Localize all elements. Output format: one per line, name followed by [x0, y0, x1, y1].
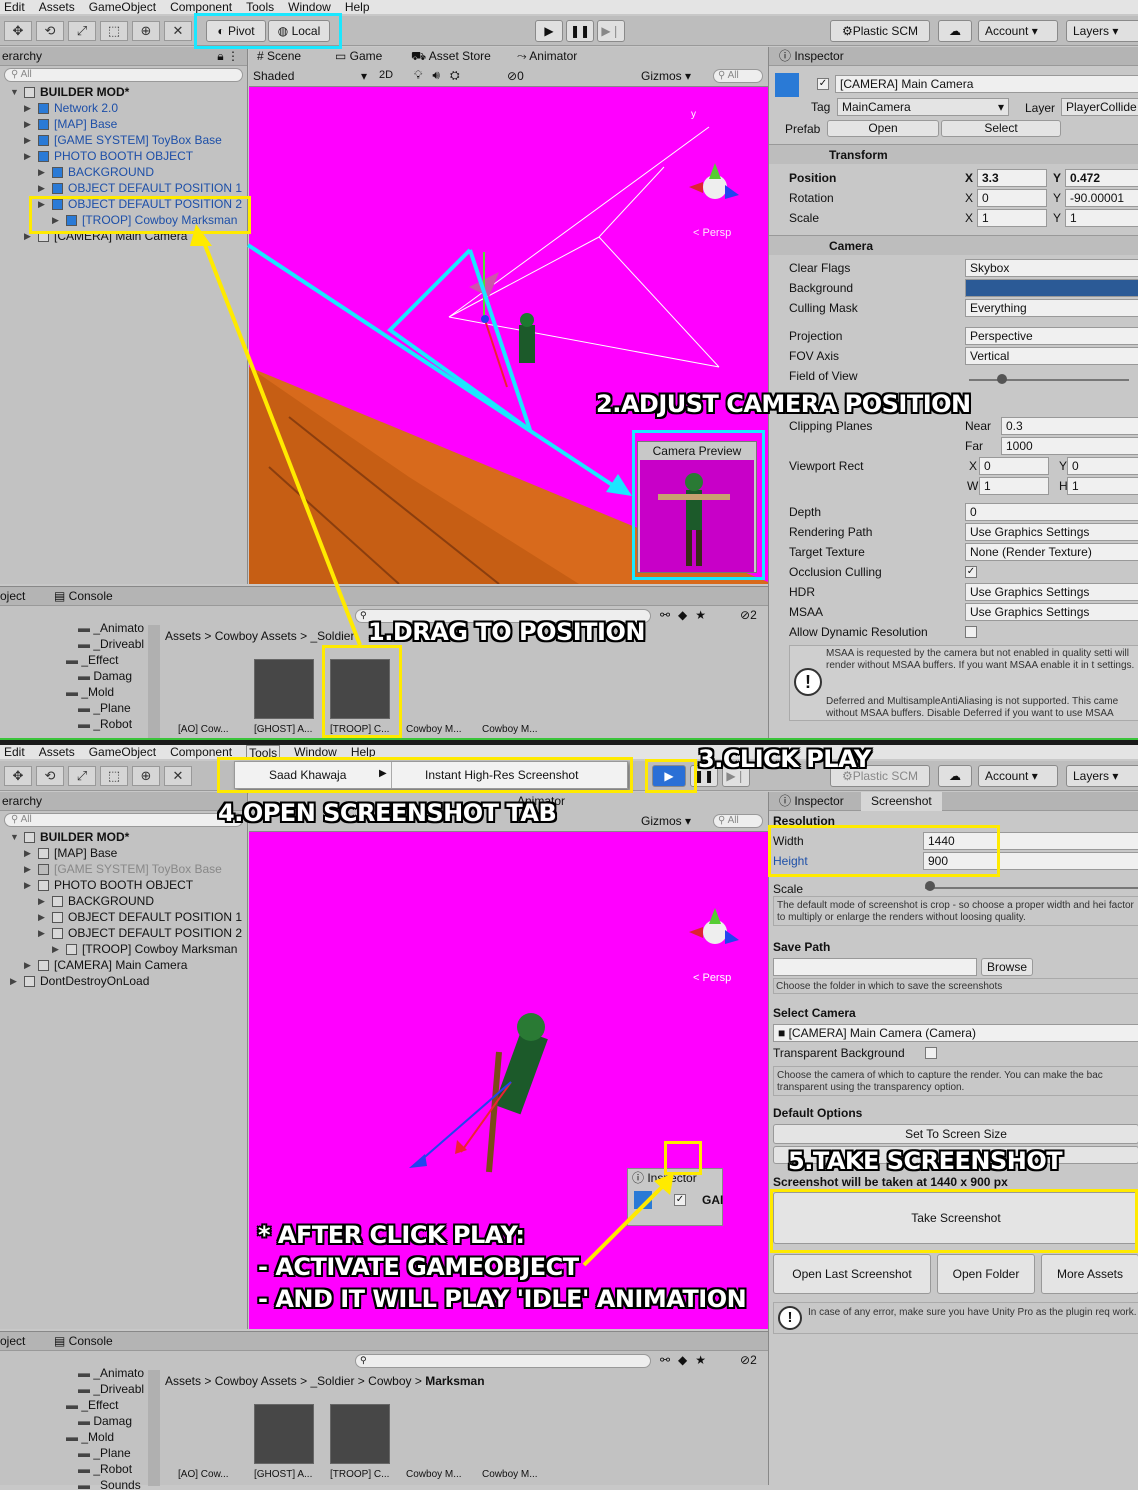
callout-take-screenshot: 5.TAKE SCREENSHOT	[788, 1147, 1063, 1175]
callout-open-screenshot: 4.OPEN SCREENSHOT TAB	[218, 799, 557, 827]
callout-click-play: 3.CLICK PLAY	[698, 745, 871, 773]
bottom-screenshot: Edit Assets GameObject Component Tools W…	[0, 745, 1138, 1490]
top-screenshot: Edit Assets GameObject Component Tools W…	[0, 0, 1138, 740]
callout-adjust-camera: 2.ADJUST CAMERA POSITION	[596, 390, 971, 418]
panel-separator	[0, 738, 1138, 745]
arrow-overlay-b	[582, 1173, 674, 1267]
callout-after-3: - AND IT WILL PLAY 'IDLE' ANIMATION	[258, 1285, 747, 1313]
callout-after-2: - ACTIVATE GAMEOBJECT	[258, 1253, 579, 1281]
callout-drag: 1.DRAG TO POSITION	[368, 618, 645, 646]
callout-after-1: * AFTER CLICK PLAY:	[258, 1221, 525, 1249]
